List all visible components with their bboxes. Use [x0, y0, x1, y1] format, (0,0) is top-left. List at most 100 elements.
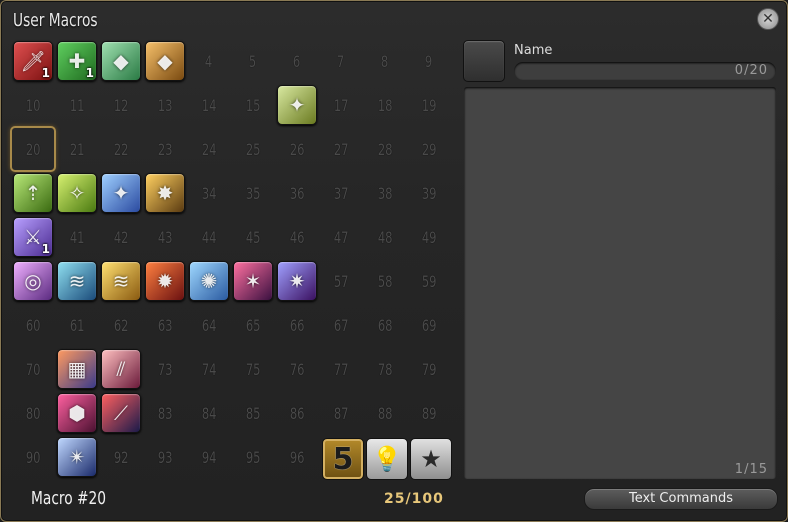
macro-icon-53[interactable]: ✹ — [145, 261, 185, 301]
macro-icon-3[interactable]: ◆ — [145, 41, 185, 81]
macro-slot-33[interactable]: ✸ — [145, 173, 185, 213]
macro-slot-78[interactable]: 78 — [365, 349, 405, 389]
macro-text-area[interactable]: 1/15 — [464, 87, 776, 479]
macro-icon-32[interactable]: ✦ — [101, 173, 141, 213]
set-5-button[interactable]: 5 — [322, 438, 364, 480]
bulb-icon[interactable]: 💡 — [366, 438, 408, 480]
macro-icon-91[interactable]: ✴ — [57, 437, 97, 477]
macro-slot-73[interactable]: 73 — [145, 349, 185, 389]
macro-slot-38[interactable]: 38 — [365, 173, 405, 213]
macro-slot-27[interactable]: 27 — [321, 129, 361, 169]
macro-slot-92[interactable]: 92 — [101, 437, 141, 477]
macro-icon-50[interactable]: ◎ — [13, 261, 53, 301]
macro-slot-10[interactable]: 10 — [13, 85, 53, 125]
macro-slot-11[interactable]: 11 — [57, 85, 97, 125]
macro-slot-50[interactable]: ◎ — [13, 261, 53, 301]
macro-slot-23[interactable]: 23 — [145, 129, 185, 169]
macro-slot-96[interactable]: 96 — [277, 437, 317, 477]
macro-slot-35[interactable]: 35 — [233, 173, 273, 213]
macro-slot-83[interactable]: 83 — [145, 393, 185, 433]
text-commands-button[interactable]: Text Commands — [584, 488, 778, 510]
macro-icon-72[interactable]: ⫽ — [101, 349, 141, 389]
macro-slot-25[interactable]: 25 — [233, 129, 273, 169]
macro-slot-91[interactable]: ✴ — [57, 437, 97, 477]
macro-slot-77[interactable]: 77 — [321, 349, 361, 389]
macro-slot-7[interactable]: 7 — [321, 41, 361, 81]
macro-icon-1[interactable]: ✚ 1 — [57, 41, 97, 81]
macro-slot-70[interactable]: 70 — [13, 349, 53, 389]
macro-slot-75[interactable]: 75 — [233, 349, 273, 389]
macro-slot-55[interactable]: ✶ — [233, 261, 273, 301]
macro-icon-71[interactable]: ▦ — [57, 349, 97, 389]
macro-icon-2[interactable]: ◆ — [101, 41, 141, 81]
macro-icon-55[interactable]: ✶ — [233, 261, 273, 301]
macro-slot-93[interactable]: 93 — [145, 437, 185, 477]
macro-slot-36[interactable]: 36 — [277, 173, 317, 213]
macro-icon-56[interactable]: ✷ — [277, 261, 317, 301]
macro-slot-56[interactable]: ✷ — [277, 261, 317, 301]
macro-slot-43[interactable]: 43 — [145, 217, 185, 257]
macro-slot-90[interactable]: 90 — [13, 437, 53, 477]
macro-slot-26[interactable]: 26 — [277, 129, 317, 169]
macro-slot-81[interactable]: ⬢ — [57, 393, 97, 433]
macro-slot-69[interactable]: 69 — [409, 305, 449, 345]
macro-slot-9[interactable]: 9 — [409, 41, 449, 81]
macro-slot-12[interactable]: 12 — [101, 85, 141, 125]
macro-icon-52[interactable]: ≋ — [101, 261, 141, 301]
macro-slot-95[interactable]: 95 — [233, 437, 273, 477]
macro-slot-52[interactable]: ≋ — [101, 261, 141, 301]
macro-slot-46[interactable]: 46 — [277, 217, 317, 257]
macro-slot-72[interactable]: ⫽ — [101, 349, 141, 389]
macro-slot-37[interactable]: 37 — [321, 173, 361, 213]
macro-slot-80[interactable]: 80 — [13, 393, 53, 433]
macro-slot-54[interactable]: ✺ — [189, 261, 229, 301]
macro-icon-slot[interactable] — [463, 40, 505, 82]
macro-slot-24[interactable]: 24 — [189, 129, 229, 169]
title-bar[interactable]: User Macros ✕ — [1, 1, 787, 37]
macro-slot-30[interactable]: ⇡ — [13, 173, 53, 213]
macro-icon-51[interactable]: ≋ — [57, 261, 97, 301]
macro-slot-67[interactable]: 67 — [321, 305, 361, 345]
macro-slot-3[interactable]: ◆ — [145, 41, 185, 81]
macro-slot-17[interactable]: 17 — [321, 85, 361, 125]
macro-slot-53[interactable]: ✹ — [145, 261, 185, 301]
macro-slot-65[interactable]: 65 — [233, 305, 273, 345]
macro-slot-6[interactable]: 6 — [277, 41, 317, 81]
macro-slot-29[interactable]: 29 — [409, 129, 449, 169]
macro-slot-31[interactable]: ✧ — [57, 173, 97, 213]
macro-slot-63[interactable]: 63 — [145, 305, 185, 345]
macro-slot-34[interactable]: 34 — [189, 173, 229, 213]
macro-slot-41[interactable]: 41 — [57, 217, 97, 257]
macro-slot-28[interactable]: 28 — [365, 129, 405, 169]
macro-slot-15[interactable]: 15 — [233, 85, 273, 125]
macro-icon-30[interactable]: ⇡ — [13, 173, 53, 213]
macro-slot-71[interactable]: ▦ — [57, 349, 97, 389]
macro-icon-54[interactable]: ✺ — [189, 261, 229, 301]
macro-slot-84[interactable]: 84 — [189, 393, 229, 433]
macro-slot-8[interactable]: 8 — [365, 41, 405, 81]
macro-slot-21[interactable]: 21 — [57, 129, 97, 169]
macro-slot-32[interactable]: ✦ — [101, 173, 141, 213]
macro-slot-85[interactable]: 85 — [233, 393, 273, 433]
macro-icon-40[interactable]: ⚔ 1 — [13, 217, 53, 257]
macro-slot-0[interactable]: 🗡 1 — [13, 41, 53, 81]
macro-name-input[interactable]: 0/20 — [514, 62, 776, 80]
macro-slot-18[interactable]: 18 — [365, 85, 405, 125]
macro-icon-82[interactable]: ⟋ — [101, 393, 141, 433]
macro-slot-66[interactable]: 66 — [277, 305, 317, 345]
macro-slot-58[interactable]: 58 — [365, 261, 405, 301]
macro-icon-0[interactable]: 🗡 1 — [13, 41, 53, 81]
macro-slot-64[interactable]: 64 — [189, 305, 229, 345]
macro-slot-88[interactable]: 88 — [365, 393, 405, 433]
macro-slot-74[interactable]: 74 — [189, 349, 229, 389]
close-icon[interactable]: ✕ — [757, 8, 779, 30]
macro-slot-68[interactable]: 68 — [365, 305, 405, 345]
macro-slot-86[interactable]: 86 — [277, 393, 317, 433]
macro-slot-22[interactable]: 22 — [101, 129, 141, 169]
macro-slot-39[interactable]: 39 — [409, 173, 449, 213]
macro-icon-33[interactable]: ✸ — [145, 173, 185, 213]
macro-slot-44[interactable]: 44 — [189, 217, 229, 257]
macro-slot-57[interactable]: 57 — [321, 261, 361, 301]
macro-slot-2[interactable]: ◆ — [101, 41, 141, 81]
macro-slot-1[interactable]: ✚ 1 — [57, 41, 97, 81]
